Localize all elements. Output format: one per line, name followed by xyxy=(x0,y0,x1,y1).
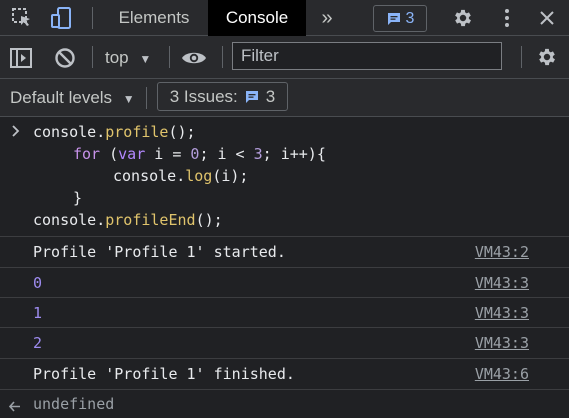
more-options-icon[interactable] xyxy=(497,6,517,30)
source-link[interactable]: VM43:3 xyxy=(475,268,529,298)
message-text: Profile 'Profile 1' finished. xyxy=(33,365,295,383)
dropdown-arrow-icon: ▼ xyxy=(139,52,152,66)
tab-elements[interactable]: Elements xyxy=(103,0,205,36)
console-message: Profile 'Profile 1' started. VM43:2 xyxy=(0,236,569,267)
issues-button[interactable]: 3 Issues: 3 xyxy=(157,82,288,111)
code-line: } xyxy=(73,189,83,207)
result-arrow-icon xyxy=(8,399,21,417)
divider xyxy=(92,7,93,29)
device-toolbar-icon[interactable] xyxy=(48,5,74,31)
code-line: console.profile(); xyxy=(33,123,196,141)
close-icon[interactable] xyxy=(535,6,559,30)
issues-message-icon xyxy=(244,89,260,105)
console-settings-gear-icon[interactable] xyxy=(535,45,559,69)
source-link[interactable]: VM43:2 xyxy=(475,237,529,267)
code-line: console.profileEnd(); xyxy=(33,211,223,229)
message-text: Profile 'Profile 1' started. xyxy=(33,243,286,261)
console-message: 2 VM43:3 xyxy=(0,327,569,358)
context-label: top xyxy=(105,48,129,67)
context-selector[interactable]: top ▼ xyxy=(105,36,151,79)
message-icon xyxy=(386,11,402,27)
issues-count: 3 xyxy=(265,86,276,106)
divider xyxy=(92,46,93,68)
message-text: 0 xyxy=(33,274,43,292)
divider xyxy=(169,46,170,68)
filter-input[interactable] xyxy=(232,42,502,70)
devtools-tab-bar: Elements Console » 3 xyxy=(0,0,569,36)
source-link[interactable]: VM43:3 xyxy=(475,298,529,328)
sidebar-toggle-icon[interactable] xyxy=(8,45,34,71)
divider xyxy=(521,46,522,68)
console-message: Profile 'Profile 1' finished. VM43:6 xyxy=(0,358,569,389)
divider xyxy=(222,46,223,68)
console-result: undefined xyxy=(0,389,569,418)
default-levels-dropdown[interactable]: Default levels ▼ xyxy=(10,79,135,116)
live-expression-eye-icon[interactable] xyxy=(180,45,208,71)
source-link[interactable]: VM43:6 xyxy=(475,359,529,389)
input-prompt-chevron-icon xyxy=(11,124,20,142)
result-value: undefined xyxy=(33,395,115,413)
default-levels-label: Default levels xyxy=(10,88,113,107)
messages-badge[interactable]: 3 xyxy=(373,5,427,32)
inspect-element-icon[interactable] xyxy=(10,6,34,30)
divider xyxy=(146,87,147,109)
message-text: 1 xyxy=(33,304,43,322)
source-link[interactable]: VM43:3 xyxy=(475,328,529,358)
levels-bar: Default levels ▼ 3 Issues: 3 xyxy=(0,79,569,117)
code-line: for (var i = 0; i < 3; i++){ xyxy=(73,145,326,163)
console-message: 1 VM43:3 xyxy=(0,297,569,327)
messages-count: 3 xyxy=(405,9,415,27)
code-line: console.log(i); xyxy=(113,167,249,185)
console-toolbar: top ▼ xyxy=(0,36,569,79)
console-message: 0 VM43:3 xyxy=(0,267,569,297)
settings-gear-icon[interactable] xyxy=(451,6,475,30)
console-input-echo: console.profile(); for (var i = 0; i < 3… xyxy=(0,117,569,235)
more-tabs-button[interactable]: » xyxy=(312,0,342,36)
issues-label: 3 Issues: xyxy=(169,86,238,106)
message-text: 2 xyxy=(33,334,43,352)
clear-console-icon[interactable] xyxy=(52,45,78,71)
dropdown-arrow-icon: ▼ xyxy=(122,92,135,106)
tab-console[interactable]: Console xyxy=(208,0,306,36)
